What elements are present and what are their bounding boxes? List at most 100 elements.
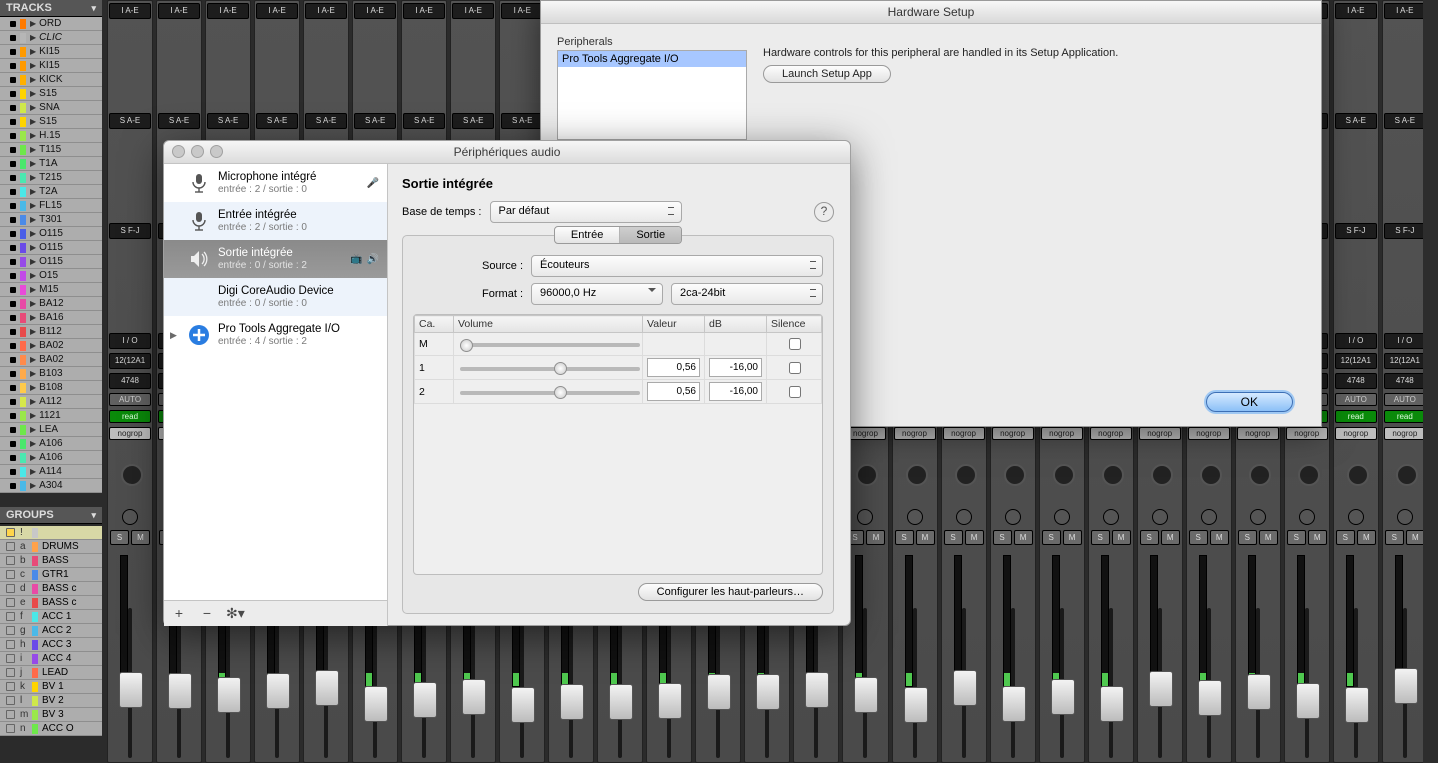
track-row[interactable]: ▶ A106 [0, 451, 102, 465]
send-slot-a[interactable]: S A-E [452, 113, 494, 129]
track-visible-icon[interactable] [10, 483, 16, 489]
track-row[interactable]: ▶ A112 [0, 395, 102, 409]
record-enable-button[interactable] [1054, 509, 1070, 525]
fader[interactable] [128, 608, 132, 758]
solo-button[interactable]: S [110, 530, 129, 545]
solo-button[interactable]: S [1336, 530, 1355, 545]
tab-output[interactable]: Sortie [620, 227, 681, 243]
fader-cap[interactable] [119, 672, 143, 708]
group-assign[interactable]: nogrop [992, 427, 1034, 440]
group-row[interactable]: b BASS [0, 554, 102, 568]
track-visible-icon[interactable] [10, 77, 16, 83]
fader[interactable] [373, 608, 377, 758]
group-active-icon[interactable] [6, 584, 15, 593]
send-slot-a[interactable]: S A-E [305, 113, 347, 129]
track-visible-icon[interactable] [10, 161, 16, 167]
bus-assign[interactable]: 12(12A1 [1335, 353, 1377, 369]
track-visible-icon[interactable] [10, 455, 16, 461]
fader[interactable] [324, 608, 328, 758]
fader-cap[interactable] [707, 674, 731, 710]
ok-button[interactable]: OK [1206, 392, 1293, 412]
solo-button[interactable]: S [944, 530, 963, 545]
group-active-icon[interactable] [6, 654, 15, 663]
track-row[interactable]: ▶ A106 [0, 437, 102, 451]
group-row[interactable]: a DRUMS [0, 540, 102, 554]
mute-button[interactable]: M [1014, 530, 1033, 545]
track-visible-icon[interactable] [10, 329, 16, 335]
device-row[interactable]: ▶ Pro Tools Aggregate I/O entrée : 4 / s… [164, 316, 387, 354]
track-row[interactable]: ▶ T2A [0, 185, 102, 199]
fader[interactable] [1403, 608, 1407, 758]
group-active-icon[interactable] [6, 612, 15, 621]
fader-cap[interactable] [904, 687, 928, 723]
fader-cap[interactable] [462, 679, 486, 715]
send-slot-a[interactable]: S A-E [501, 113, 543, 129]
group-row[interactable]: n ACC O [0, 722, 102, 736]
send-slot-a[interactable]: S A-E [207, 113, 249, 129]
fader-cap[interactable] [217, 677, 241, 713]
hardware-setup-titlebar[interactable]: Hardware Setup [541, 1, 1321, 24]
fader[interactable] [913, 608, 917, 758]
io-tab-group[interactable]: Entrée Sortie [554, 226, 682, 244]
track-visible-icon[interactable] [10, 469, 16, 475]
track-row[interactable]: ▶ T1A [0, 157, 102, 171]
volume-db-field[interactable] [709, 382, 762, 401]
group-row[interactable]: m BV 3 [0, 708, 102, 722]
pan-knob[interactable] [845, 444, 885, 504]
zoom-icon[interactable] [210, 145, 223, 158]
bus-assign[interactable]: 12(12A1 [1384, 353, 1426, 369]
insert-slot[interactable]: I A-E [1384, 3, 1426, 19]
record-enable-button[interactable] [1152, 509, 1168, 525]
fader[interactable] [1011, 608, 1015, 758]
device-row[interactable]: Digi CoreAudio Device entrée : 0 / sorti… [164, 278, 387, 316]
track-row[interactable]: ▶ BA12 [0, 297, 102, 311]
tracks-header[interactable]: TRACKS ▾ [0, 0, 102, 17]
track-row[interactable]: ▶ O115 [0, 255, 102, 269]
mute-button[interactable]: M [131, 530, 150, 545]
group-assign[interactable]: nogrop [894, 427, 936, 440]
volume-db-field[interactable] [709, 358, 762, 377]
send-slot-a[interactable]: S A-E [158, 113, 200, 129]
format-bits-select[interactable]: 2ca-24bit [671, 283, 823, 305]
format-rate-select[interactable]: 96000,0 Hz [531, 283, 663, 305]
audio-devices-titlebar[interactable]: Périphériques audio [164, 141, 850, 164]
group-active-icon[interactable] [6, 640, 15, 649]
pan-knob[interactable] [1140, 444, 1180, 504]
group-assign[interactable]: nogrop [1384, 427, 1426, 440]
fader[interactable] [716, 608, 720, 758]
track-row[interactable]: ▶ A114 [0, 465, 102, 479]
peripherals-listbox[interactable]: Pro Tools Aggregate I/O [557, 50, 747, 140]
track-row[interactable]: ▶ B103 [0, 367, 102, 381]
fader-cap[interactable] [413, 682, 437, 718]
group-assign[interactable]: nogrop [1286, 427, 1328, 440]
track-row[interactable]: ▶ O115 [0, 241, 102, 255]
group-row[interactable]: k BV 1 [0, 680, 102, 694]
fader-cap[interactable] [805, 672, 829, 708]
track-row[interactable]: ▶ A304 [0, 479, 102, 493]
mute-button[interactable]: M [965, 530, 984, 545]
track-visible-icon[interactable] [10, 245, 16, 251]
gear-menu-button[interactable]: ✻▾ [226, 605, 244, 623]
volume-slider[interactable] [460, 343, 640, 347]
fader-cap[interactable] [1051, 679, 1075, 715]
track-visible-icon[interactable] [10, 427, 16, 433]
tracks-disclosure-icon[interactable]: ▾ [91, 3, 96, 14]
insert-slot[interactable]: I A-E [256, 3, 298, 19]
pan-knob[interactable] [1091, 444, 1131, 504]
track-row[interactable]: ▶ BA02 [0, 353, 102, 367]
bus-assign-2[interactable]: 4748 [1384, 373, 1426, 389]
automation-mode[interactable]: read [1384, 410, 1426, 423]
fader[interactable] [471, 608, 475, 758]
fader-cap[interactable] [1247, 674, 1271, 710]
track-row[interactable]: ▶ 1121 [0, 409, 102, 423]
group-active-icon[interactable] [6, 626, 15, 635]
group-assign[interactable]: nogrop [1188, 427, 1230, 440]
device-list[interactable]: Microphone intégré entrée : 2 / sortie :… [164, 164, 387, 600]
track-row[interactable]: ▶ ORD [0, 17, 102, 31]
fader[interactable] [814, 608, 818, 758]
bus-assign-2[interactable]: 4748 [109, 373, 151, 389]
solo-button[interactable]: S [1238, 530, 1257, 545]
solo-button[interactable]: S [1140, 530, 1159, 545]
fader-cap[interactable] [1198, 680, 1222, 716]
pan-knob[interactable] [944, 444, 984, 504]
